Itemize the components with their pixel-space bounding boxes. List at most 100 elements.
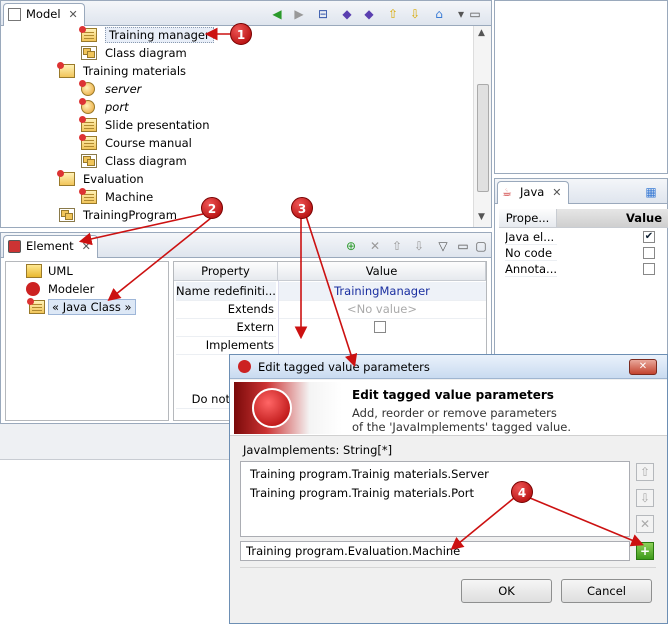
minimize-icon[interactable]: ▭: [455, 239, 471, 253]
tree-item[interactable]: TrainingProgram: [55, 206, 177, 224]
ok-button[interactable]: OK: [461, 579, 552, 603]
minimize-icon[interactable]: ▭: [467, 7, 483, 21]
banner-logo-icon: [234, 382, 342, 434]
callout-3: 3: [291, 197, 313, 219]
cancel-button[interactable]: Cancel: [561, 579, 652, 603]
scroll-thumb[interactable]: [477, 84, 489, 192]
scroll-down-icon[interactable]: ▼: [478, 212, 485, 222]
tree-item-label: Training materials: [83, 64, 187, 78]
collapse-icon[interactable]: ⊟: [315, 7, 331, 21]
tab-element[interactable]: Element ✕: [3, 235, 98, 258]
list-item[interactable]: Training program.Trainig materials.Port: [250, 486, 474, 500]
list-item-java-class[interactable]: « Java Class »: [26, 298, 136, 316]
tree-item[interactable]: Training materials: [55, 62, 186, 80]
java-view-icon[interactable]: ▦: [643, 185, 659, 199]
tab-model[interactable]: Model ✕: [3, 3, 85, 26]
java-header-property: Prope...: [499, 209, 557, 228]
close-icon[interactable]: ✕: [69, 8, 78, 21]
parameters-list[interactable]: Training program.Trainig materials.Serve…: [240, 461, 630, 537]
tab-java[interactable]: ☕ Java ✕: [497, 181, 569, 204]
tree-item[interactable]: Course manual: [77, 134, 192, 152]
move-up-button[interactable]: ⇧: [636, 463, 654, 481]
model-scrollbar[interactable]: ▲ ▼: [473, 26, 491, 227]
value-name-redefinition[interactable]: TrainingManager: [278, 282, 486, 301]
java-checkbox-1[interactable]: [643, 247, 655, 259]
tree-item[interactable]: Class diagram: [77, 44, 187, 62]
header-property: Property: [174, 262, 278, 281]
prop-implements: Implements: [176, 336, 276, 355]
menu-icon[interactable]: ▽: [435, 239, 451, 253]
model-tree: Training manager Class diagram Training ma…: [1, 26, 473, 227]
up-icon[interactable]: ⇧: [385, 7, 401, 21]
callout-2: 2: [201, 197, 223, 219]
callout-1: 1: [230, 23, 252, 45]
model-icon: [8, 8, 21, 21]
delete-icon[interactable]: ✕: [367, 239, 383, 253]
list-item[interactable]: Training program.Trainig materials.Serve…: [250, 467, 489, 481]
class-icon: [79, 116, 97, 132]
prop-name-redefinition: Name redefiniti...: [176, 282, 276, 301]
tree-item[interactable]: Class diagram: [77, 152, 187, 170]
move-up-icon[interactable]: ⇧: [389, 239, 405, 253]
extern-checkbox[interactable]: [374, 321, 386, 333]
dialog-title: Edit tagged value parameters: [258, 360, 430, 374]
add-button[interactable]: +: [636, 542, 654, 560]
model-tabbar: Model ✕ ◀ ▶ ⊟ ◆ ◆ ⇧ ⇩ ⌂ ▾ ▭: [1, 1, 491, 26]
dialog-close-button[interactable]: ✕: [629, 359, 657, 375]
link-icon[interactable]: ◆: [339, 7, 355, 21]
prop-do-not: Do not: [176, 390, 232, 409]
java-checkbox-0[interactable]: ✔: [643, 231, 655, 243]
home-icon[interactable]: ⌂: [431, 7, 447, 21]
tree-item-label: Evaluation: [83, 172, 144, 186]
diagram-icon: [81, 46, 97, 60]
tree-item[interactable]: Machine: [77, 188, 153, 206]
tree-item-label: Course manual: [105, 136, 192, 150]
java-tabbar: ☕ Java ✕ ▦: [495, 179, 667, 204]
java-icon: ☕: [502, 186, 512, 199]
move-down-icon[interactable]: ⇩: [411, 239, 427, 253]
prop-extends: Extends: [176, 300, 276, 319]
list-item-modeler[interactable]: Modeler: [26, 280, 94, 298]
tree-item-label: Class diagram: [105, 154, 187, 168]
class-icon: [79, 134, 97, 150]
java-header-value: Value: [557, 209, 668, 228]
prop-extern: Extern: [176, 318, 276, 337]
modeler-icon: [26, 282, 40, 296]
back-icon[interactable]: ◀: [269, 7, 285, 21]
maximize-icon[interactable]: ▢: [473, 239, 489, 253]
move-down-button[interactable]: ⇩: [636, 489, 654, 507]
list-item-uml[interactable]: UML: [26, 262, 73, 280]
java-prop-0: Java el...: [505, 229, 557, 245]
forward-icon[interactable]: ▶: [291, 7, 307, 21]
java-class-icon: [27, 298, 45, 314]
tree-item[interactable]: Evaluation: [55, 170, 144, 188]
tree-item-label: TrainingProgram: [83, 208, 177, 222]
tree-item[interactable]: port: [77, 98, 129, 116]
tree-item-label: port: [105, 100, 129, 114]
header-value: Value: [278, 262, 486, 281]
tree-item[interactable]: server: [77, 80, 141, 98]
uml-icon: [26, 264, 42, 278]
remove-button[interactable]: ✕: [636, 515, 654, 533]
java-checkbox-2[interactable]: [643, 263, 655, 275]
element-tabbar: Element ✕ ⊕ ✕ ⇧ ⇩ ▽ ▭ ▢: [1, 233, 491, 258]
java-prop-2: Annota...: [505, 262, 557, 277]
dialog-desc-line1: Add, reorder or remove parameters: [352, 406, 557, 420]
close-icon[interactable]: ✕: [82, 240, 91, 253]
tree-item[interactable]: Training manager: [77, 26, 214, 44]
scroll-up-icon[interactable]: ▲: [478, 28, 485, 38]
dialog-separator: [240, 567, 656, 568]
value-extends[interactable]: <No value>: [278, 300, 486, 319]
package-icon: [57, 170, 75, 186]
element-icon: [8, 240, 21, 253]
add-annotation-icon[interactable]: ⊕: [343, 239, 359, 253]
link2-icon[interactable]: ◆: [361, 7, 377, 21]
close-icon[interactable]: ✕: [552, 186, 561, 199]
tree-item[interactable]: Slide presentation: [77, 116, 210, 134]
new-parameter-input[interactable]: [240, 541, 630, 561]
down-icon[interactable]: ⇩: [407, 7, 423, 21]
diagram-icon: [59, 208, 75, 222]
dialog-banner: Edit tagged value parameters Add, reorde…: [230, 380, 667, 436]
tree-item-label: Training manager: [105, 27, 214, 43]
class-icon: [79, 188, 97, 204]
